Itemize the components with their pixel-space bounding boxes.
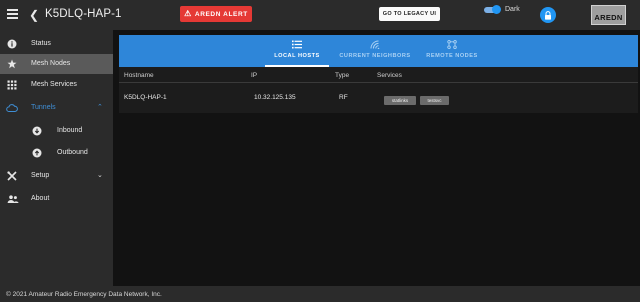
lock-button[interactable] bbox=[540, 7, 556, 23]
wifi-icon bbox=[370, 40, 380, 49]
column-header-ip: IP bbox=[251, 72, 258, 79]
info-icon bbox=[7, 39, 17, 49]
sidebar-item-status[interactable]: Status bbox=[0, 34, 113, 54]
footer: © 2021 Amateur Radio Emergency Data Netw… bbox=[0, 286, 640, 302]
sidebar-item-label: Setup bbox=[31, 172, 50, 179]
chevron-up-icon: ⌃ bbox=[97, 104, 103, 111]
dark-mode-label: Dark bbox=[505, 6, 520, 13]
tab-current-neighbors[interactable]: CURRENT NEIGHBORS bbox=[335, 35, 415, 67]
chevron-down-icon: ⌄ bbox=[97, 172, 103, 179]
tools-icon bbox=[7, 171, 17, 181]
sidebar: Status Mesh Nodes Mesh Services Tunnels … bbox=[0, 30, 113, 286]
sidebar-item-label: Mesh Nodes bbox=[31, 60, 71, 67]
sidebar-item-label: About bbox=[31, 195, 50, 202]
tab-label: LOCAL HOSTS bbox=[274, 53, 320, 59]
active-tab-indicator bbox=[265, 65, 329, 67]
menu-icon[interactable] bbox=[7, 9, 18, 19]
cell-hostname: K5DLQ-HAP-1 bbox=[124, 94, 167, 101]
node-title: K5DLQ-HAP-1 bbox=[45, 8, 122, 20]
legacy-ui-button[interactable]: GO TO LEGACY UI bbox=[379, 7, 440, 21]
sidebar-item-mesh-services[interactable]: Mesh Services bbox=[0, 75, 113, 95]
sidebar-item-label: Status bbox=[31, 40, 51, 47]
service-link-testsvc[interactable]: testsvc bbox=[420, 96, 449, 105]
sidebar-item-about[interactable]: About bbox=[0, 189, 113, 209]
sidebar-item-label: Mesh Services bbox=[31, 81, 77, 88]
sidebar-item-outbound[interactable]: Outbound bbox=[0, 143, 113, 163]
column-header-type: Type bbox=[335, 72, 350, 79]
sidebar-item-inbound[interactable]: Inbound bbox=[0, 121, 113, 141]
tab-local-hosts[interactable]: LOCAL HOSTS bbox=[265, 35, 329, 67]
cell-type: RF bbox=[339, 94, 348, 101]
list-icon bbox=[292, 40, 302, 49]
cell-ip: 10.32.125.135 bbox=[254, 94, 296, 101]
column-header-services: Services bbox=[377, 72, 402, 79]
sidebar-item-label: Outbound bbox=[57, 149, 88, 156]
column-header-hostname: Hostname bbox=[124, 72, 154, 79]
sidebar-item-tunnels[interactable]: Tunnels ⌃ bbox=[0, 98, 113, 118]
grid-icon bbox=[7, 80, 17, 90]
table-header: Hostname IP Type Services bbox=[119, 69, 638, 81]
alert-label: AREDN ALERT bbox=[194, 10, 248, 18]
tab-label: REMOTE NODES bbox=[426, 53, 478, 59]
tab-remote-nodes[interactable]: REMOTE NODES bbox=[420, 35, 484, 67]
copyright-text: © 2021 Amateur Radio Emergency Data Netw… bbox=[6, 291, 162, 298]
lock-icon bbox=[545, 10, 551, 20]
sidebar-item-mesh-nodes[interactable]: Mesh Nodes bbox=[0, 54, 113, 74]
dark-mode-toggle[interactable] bbox=[484, 5, 501, 14]
main-panel: LOCAL HOSTS CURRENT NEIGHBORS REMOTE NOD… bbox=[119, 35, 638, 113]
aredn-alert-button[interactable]: ⚠ AREDN ALERT bbox=[180, 6, 252, 22]
network-icon bbox=[447, 40, 457, 49]
upload-circle-icon bbox=[32, 148, 42, 158]
sidebar-item-label: Tunnels bbox=[31, 104, 56, 111]
people-icon bbox=[7, 195, 19, 203]
header-divider bbox=[119, 82, 638, 83]
tab-bar: LOCAL HOSTS CURRENT NEIGHBORS REMOTE NOD… bbox=[119, 35, 638, 67]
app-bar: ❮ K5DLQ-HAP-1 ⚠ AREDN ALERT GO TO LEGACY… bbox=[0, 0, 640, 30]
service-link-statlinks[interactable]: statlinks bbox=[384, 96, 416, 105]
cloud-icon bbox=[6, 104, 18, 112]
download-circle-icon bbox=[32, 126, 42, 136]
aredn-logo: AREDN bbox=[591, 5, 626, 25]
chevron-left-icon[interactable]: ❮ bbox=[29, 8, 39, 22]
sidebar-item-setup[interactable]: Setup ⌄ bbox=[0, 166, 113, 186]
sidebar-item-label: Inbound bbox=[57, 127, 83, 134]
star-icon bbox=[7, 59, 17, 69]
warning-icon: ⚠ bbox=[184, 9, 192, 18]
tab-label: CURRENT NEIGHBORS bbox=[339, 53, 411, 59]
